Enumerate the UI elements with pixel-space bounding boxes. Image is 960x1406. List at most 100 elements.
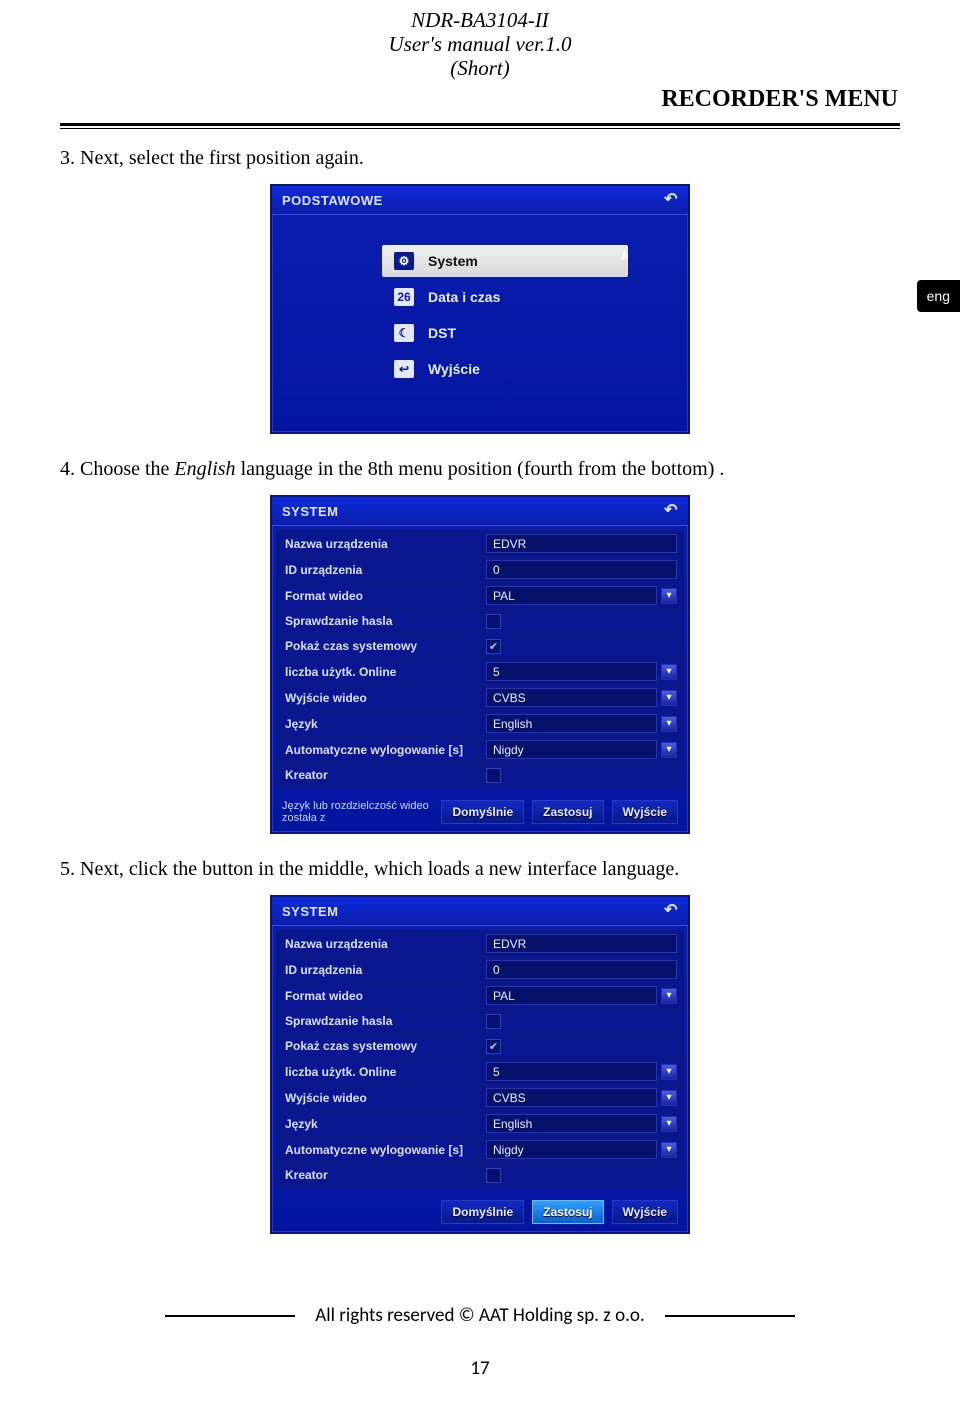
form-label: liczba użytk. Online: [277, 660, 480, 684]
field-value: English: [493, 1117, 532, 1131]
dropdown-field[interactable]: Nigdy: [486, 740, 657, 759]
back-icon[interactable]: ↶: [664, 503, 678, 519]
menu-item-label: DST: [428, 325, 456, 341]
screenshot-basic-panel: PODSTAWOWE ↶ ⚙System 26Data i czas ☾ DST ↩Wy…: [270, 184, 690, 434]
checkbox[interactable]: ✔: [486, 1039, 501, 1054]
text-field[interactable]: 0: [486, 960, 677, 979]
checkbox[interactable]: [486, 768, 501, 783]
menu-item-label: Wyjście: [428, 361, 480, 377]
form-label: Pokaż czas systemowy: [277, 1034, 480, 1058]
field-value: CVBS: [493, 1091, 526, 1105]
field-value: Nigdy: [493, 743, 524, 757]
form-label: Język: [277, 1112, 480, 1136]
chevron-down-icon[interactable]: ▾: [661, 664, 677, 680]
form-label: ID urządzenia: [277, 958, 480, 982]
dropdown-field[interactable]: PAL: [486, 986, 657, 1005]
checkbox[interactable]: [486, 614, 501, 629]
dropdown-field[interactable]: 5: [486, 1062, 657, 1081]
dropdown-field[interactable]: English: [486, 714, 657, 733]
default-button[interactable]: Domyślnie: [441, 800, 524, 824]
chevron-down-icon[interactable]: ▾: [661, 1090, 677, 1106]
text-field[interactable]: 0: [486, 560, 677, 579]
chevron-down-icon[interactable]: ▾: [661, 690, 677, 706]
form-row: liczba użytk. Online5▾: [276, 1059, 684, 1085]
text-field[interactable]: EDVR: [486, 934, 677, 953]
step-5: 5. Next, click the button in the middle,…: [60, 858, 900, 881]
form-row: Sprawdzanie hasla: [276, 609, 684, 634]
menu-item-dst[interactable]: ☾ DST: [382, 317, 628, 349]
footer-rights: All rights reserved © AAT Holding sp. z …: [315, 1304, 644, 1327]
field-value: PAL: [493, 989, 515, 1003]
dropdown-field[interactable]: English: [486, 1114, 657, 1133]
form-row: Nazwa urządzenia EDVR: [276, 930, 684, 957]
back-icon[interactable]: ↶: [664, 903, 678, 919]
field-value: 5: [493, 1065, 500, 1079]
form-label: Kreator: [277, 1163, 480, 1187]
form-row: Automatyczne wylogowanie [s]Nigdy▾: [276, 1137, 684, 1163]
field-value: Nigdy: [493, 1143, 524, 1157]
apply-button[interactable]: Zastosuj: [532, 800, 603, 824]
chevron-down-icon[interactable]: ▾: [661, 716, 677, 732]
hint-text: Język lub rozdzielczość wideo została z: [282, 800, 441, 824]
dropdown-field[interactable]: PAL: [486, 586, 657, 605]
dropdown-field[interactable]: 5: [486, 662, 657, 681]
screenshot-system-panel-1: SYSTEM ↶ Nazwa urządzeniaEDVRID urządzen…: [270, 495, 690, 834]
exit-button[interactable]: Wyjście: [612, 1200, 678, 1224]
form-label: ID urządzenia: [277, 558, 480, 582]
form-label: Wyjście wideo: [277, 1086, 480, 1110]
dropdown-field[interactable]: CVBS: [486, 688, 657, 707]
form-row: ID urządzenia 0: [276, 957, 684, 983]
form-label: Pokaż czas systemowy: [277, 634, 480, 658]
footer-rule-right: [665, 1315, 795, 1317]
dropdown-field[interactable]: CVBS: [486, 1088, 657, 1107]
panel-titlebar: SYSTEM ↶: [272, 897, 688, 926]
section-title: RECORDER'S MENU: [0, 80, 960, 119]
doc-short-line: (Short): [0, 56, 960, 80]
panel-title: PODSTAWOWE: [282, 193, 383, 208]
field-value: 0: [493, 963, 500, 977]
exit-button[interactable]: Wyjście: [612, 800, 678, 824]
default-button[interactable]: Domyślnie: [441, 1200, 524, 1224]
form-label: Język: [277, 712, 480, 736]
form-row: Pokaż czas systemowy ✔: [276, 1034, 684, 1059]
checkbox[interactable]: [486, 1014, 501, 1029]
form-row: Format wideo PAL ▾: [276, 583, 684, 609]
dropdown-field[interactable]: Nigdy: [486, 1140, 657, 1159]
doc-manual-line: User's manual ver.1.0: [0, 32, 960, 56]
field-value: EDVR: [493, 937, 526, 951]
screenshot-system-panel-2: SYSTEM ↶ Nazwa urządzenia EDVR ID urządzen…: [270, 895, 690, 1234]
apply-button[interactable]: Zastosuj: [532, 1200, 603, 1224]
menu-icon: ☾: [394, 324, 414, 342]
chevron-down-icon[interactable]: ▾: [661, 988, 677, 1004]
form-row: Automatyczne wylogowanie [s] Nigdy ▾: [276, 737, 684, 763]
chevron-down-icon[interactable]: ▾: [661, 1116, 677, 1132]
step-3: 3. Next, select the first position again…: [60, 147, 900, 170]
menu-item-wyjście[interactable]: ↩Wyjście: [382, 353, 628, 385]
menu-item-data-i-czas[interactable]: 26Data i czas: [382, 281, 628, 313]
chevron-down-icon[interactable]: ▾: [661, 1064, 677, 1080]
checkbox[interactable]: [486, 1168, 501, 1183]
form-label: Automatyczne wylogowanie [s]: [277, 738, 480, 762]
form-label: Nazwa urządzenia: [277, 932, 480, 956]
form-label: Format wideo: [277, 584, 480, 608]
language-tab[interactable]: eng: [917, 280, 960, 312]
form-row: Kreator: [276, 763, 684, 788]
form-row: Pokaż czas systemowy ✔: [276, 634, 684, 659]
form-label: Kreator: [277, 763, 480, 787]
form-row: ID urządzenia 0: [276, 557, 684, 583]
text-field[interactable]: EDVR: [486, 534, 677, 553]
footer-rule-left: [165, 1315, 295, 1317]
field-value: PAL: [493, 589, 515, 603]
form-row: Format wideoPAL▾: [276, 983, 684, 1009]
form-row: Wyjście wideo CVBS ▾: [276, 1085, 684, 1111]
chevron-down-icon[interactable]: ▾: [661, 742, 677, 758]
chevron-down-icon[interactable]: ▾: [661, 588, 677, 604]
field-value: CVBS: [493, 691, 526, 705]
form-label: Wyjście wideo: [277, 686, 480, 710]
checkbox[interactable]: ✔: [486, 639, 501, 654]
menu-item-label: System: [428, 253, 478, 269]
chevron-down-icon[interactable]: ▾: [661, 1142, 677, 1158]
back-icon[interactable]: ↶: [664, 192, 678, 208]
menu-item-system[interactable]: ⚙System: [382, 245, 628, 277]
field-value: English: [493, 717, 532, 731]
